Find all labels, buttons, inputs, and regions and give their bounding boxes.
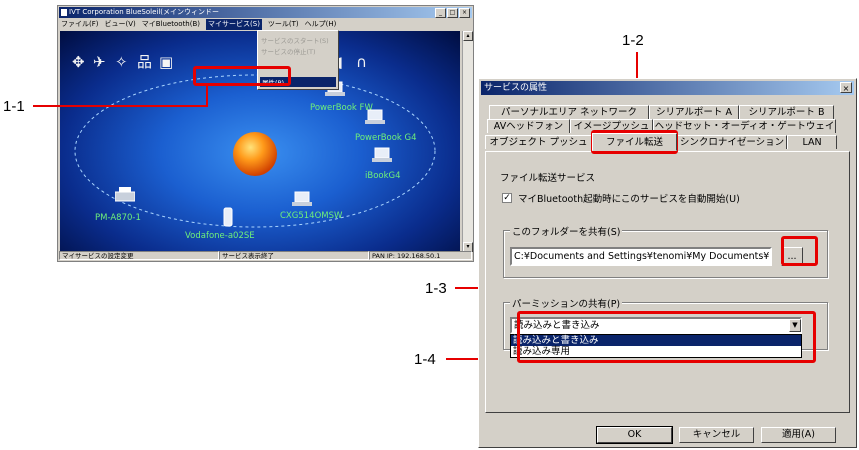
device-label-1[interactable]: PowerBook FW <box>310 103 373 113</box>
highlight-box-1-1 <box>193 66 291 86</box>
permission-title: パーミッションの共有(P) <box>510 296 623 310</box>
highlight-box-1-3 <box>781 236 818 266</box>
autostart-label: マイBluetooth起動時にこのサービスを自動開始(U) <box>518 194 740 205</box>
lan-service-icon[interactable]: 品 <box>137 55 152 70</box>
menu-help[interactable]: ヘルプ(H) <box>305 19 337 30</box>
device-label-2[interactable]: PowerBook G4 <box>355 133 417 143</box>
phone-icon[interactable] <box>223 207 233 227</box>
bluesoleil-main-window: IVT Corporation BlueSoleil(メインウィンドー _ □ … <box>57 5 474 262</box>
device-label-3[interactable]: iBookG4 <box>365 171 401 181</box>
callout-label-1-3: 1-3 <box>425 280 447 297</box>
status-text-2: サービス表示終了 <box>219 251 369 260</box>
laptop-icon[interactable] <box>372 147 392 163</box>
tab-serial-port-b[interactable]: シリアルポート B <box>739 105 834 119</box>
callout-line-1-1 <box>33 105 208 107</box>
tab-serial-port-a[interactable]: シリアルポート A <box>649 105 739 119</box>
close-icon[interactable]: × <box>840 82 852 93</box>
left-window-title: IVT Corporation BlueSoleil(メインウィンドー <box>69 8 220 16</box>
callout-label-1-2: 1-2 <box>622 32 644 49</box>
tab-synchronization[interactable]: シンクロナイゼーション <box>677 135 787 149</box>
device-label-5[interactable]: Vodafone-a02SE <box>185 231 255 241</box>
tab-headset-audio-gateway[interactable]: ヘッドセット・オーディオ・ゲートウェイ <box>653 119 836 133</box>
minimize-icon[interactable]: _ <box>435 8 446 18</box>
service-name-label: ファイル転送サービス <box>500 173 596 184</box>
local-device-orb[interactable] <box>233 132 277 176</box>
monitor-service-icon[interactable]: ▣ <box>159 55 173 70</box>
headphone-service-icon[interactable]: ∩ <box>356 55 367 70</box>
apply-button[interactable]: 適用(A) <box>761 427 836 443</box>
tab-lan[interactable]: LAN <box>787 135 837 149</box>
ok-button[interactable]: OK <box>596 426 673 444</box>
app-icon <box>61 9 67 16</box>
status-text-1: マイサービスの設定変更 <box>59 251 219 260</box>
handshake-service-icon[interactable]: ✧ <box>115 55 128 70</box>
left-status-bar: マイサービスの設定変更 サービス表示終了 PAN IP: 192.168.50.… <box>59 251 472 260</box>
folder-path-input[interactable]: C:¥Documents and Settings¥tenomi¥My Docu… <box>510 247 772 266</box>
status-text-3: PAN IP: 192.168.50.1 <box>369 251 472 260</box>
satellite-service-icon[interactable]: ✈ <box>93 55 106 70</box>
tab-panel: ファイル転送サービス ✓ マイBluetooth起動時にこのサービスを自動開始(… <box>485 151 850 413</box>
callout-label-1-4: 1-4 <box>414 351 436 368</box>
share-folder-title: このフォルダーを共有(S) <box>510 224 623 238</box>
tab-personal-area-network[interactable]: パーソナルエリア ネットワーク <box>489 105 649 119</box>
menu-view[interactable]: ビュー(V) <box>105 19 136 30</box>
device-label-4[interactable]: CXG514OMSW <box>280 211 342 221</box>
maximize-icon[interactable]: □ <box>447 8 458 18</box>
printer-icon[interactable] <box>115 187 135 203</box>
share-folder-group: このフォルダーを共有(S) C:¥Documents and Settings¥… <box>503 224 828 278</box>
tab-file-transfer[interactable]: ファイル転送 <box>592 133 677 151</box>
left-title-bar: IVT Corporation BlueSoleil(メインウィンドー _ □ … <box>59 7 472 18</box>
menu-my-services[interactable]: マイサービス(S) <box>206 19 262 30</box>
menu-item-stop-service[interactable]: サービスの停止(T) <box>261 46 316 56</box>
highlight-box-1-4 <box>517 311 816 363</box>
left-menu-bar: ファイル(F) ビュー(V) マイBluetooth(B) マイサービス(S) … <box>59 19 472 30</box>
dialog-title-bar: サービスの属性 × <box>481 81 854 95</box>
scroll-up-icon[interactable]: ▴ <box>463 31 473 41</box>
device-label-6[interactable]: PM-A870-1 <box>95 213 141 223</box>
callout-line-1-1b <box>206 84 208 107</box>
tab-object-push[interactable]: オブジェクト プッシュ <box>485 135 592 149</box>
vertical-scrollbar[interactable]: ▴ ▾ <box>462 31 473 252</box>
tab-av-headphone[interactable]: AVヘッドフォン <box>487 119 570 133</box>
cancel-button[interactable]: キャンセル <box>679 427 754 443</box>
menu-my-bluetooth[interactable]: マイBluetooth(B) <box>142 19 200 30</box>
menu-item-start-service[interactable]: サービスのスタート(S) <box>261 35 329 45</box>
dialog-title: サービスの属性 <box>484 83 548 93</box>
close-icon[interactable]: × <box>459 8 470 18</box>
laptop-icon[interactable] <box>365 109 385 125</box>
menu-tools[interactable]: ツール(T) <box>268 19 299 30</box>
callout-label-1-1: 1-1 <box>3 98 25 115</box>
laptop-icon[interactable] <box>292 191 312 207</box>
network-service-icon[interactable]: ✥ <box>72 55 85 70</box>
menu-file[interactable]: ファイル(F) <box>61 19 99 30</box>
autostart-checkbox[interactable]: ✓ <box>502 193 512 203</box>
